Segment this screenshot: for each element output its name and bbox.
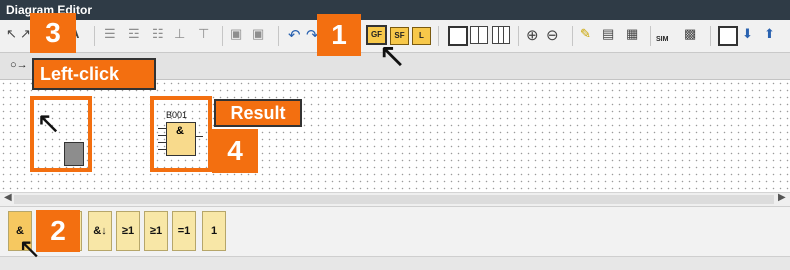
result-label: Result [214,99,302,127]
block-name: B001 [166,110,188,120]
status-bar [0,256,790,270]
and-block[interactable]: & [166,122,196,156]
align-center-icon[interactable]: ☲ [128,26,140,46]
toolbar-separator [278,26,279,46]
palette-or-button[interactable]: ≥1 [116,211,140,251]
transfer-down-icon[interactable]: ⬇ [742,26,753,46]
block-input-4 [158,149,166,150]
toolbar-separator [518,26,519,46]
transfer-up-icon[interactable]: ⬆ [764,26,775,46]
diagram-canvas[interactable]: ↖ B001 & Result 4 [0,80,790,192]
group-icon[interactable]: ▣ [230,26,242,46]
three-pane-button[interactable] [492,26,510,44]
scroll-thumb[interactable] [14,195,774,204]
zoom-out-icon[interactable]: ⊖ [546,26,559,46]
scroll-left-icon[interactable]: ◀ [4,192,12,203]
left-click-label: Left-click [32,58,156,90]
palette-and-edge-button[interactable]: &↓ [88,211,112,251]
toolbar-separator [222,26,223,46]
and-block-symbol: & [176,125,184,137]
pc-to-device-button[interactable] [718,26,738,46]
palette-nor-button[interactable]: ≥1 [144,211,168,251]
online-test-icon[interactable]: ▩ [684,26,696,46]
mouse-cursor-icon: ↖ [18,233,42,264]
toolbar-separator [438,26,439,46]
step-4-badge: 4 [212,129,258,173]
horizontal-scrollbar[interactable]: ◀ ▶ [0,192,790,207]
align-left-icon[interactable]: ☰ [104,26,116,46]
toolbar-separator [710,26,711,46]
pointer-tool-icon[interactable]: ↖ [6,26,17,46]
properties-icon[interactable]: ▤ [602,26,614,46]
title-bar: Diagram Editor [0,0,790,20]
l-view-button[interactable]: L [412,27,431,45]
placed-block-ghost [64,142,84,166]
function-palette: & &↓ ≥1 ≥1 =1 1 [0,206,790,257]
toolbar-separator [650,26,651,46]
single-pane-button[interactable] [448,26,468,46]
ungroup-icon[interactable]: ▣ [252,26,264,46]
palette-not-button[interactable]: 1 [202,211,226,251]
distribute-h-icon[interactable]: ⊥ [174,26,185,46]
palette-xor-button[interactable]: =1 [172,211,196,251]
align-top-icon[interactable]: ☷ [152,26,164,46]
mouse-cursor-icon: ↖ [378,37,407,75]
toolbar-separator [94,26,95,46]
zoom-in-icon[interactable]: ⊕ [526,26,539,46]
step-2-badge: 2 [36,210,80,252]
toolbar-separator [572,26,573,46]
diagram-tab-icon[interactable]: ○→ [10,59,28,71]
block-input-2 [158,135,166,136]
highlight-icon[interactable]: ✎ [580,26,591,46]
block-output [195,136,203,137]
block-input-3 [158,142,166,143]
distribute-v-icon[interactable]: ⊤ [198,26,209,46]
scroll-right-icon[interactable]: ▶ [778,192,786,203]
two-pane-button[interactable] [470,26,488,44]
simulation-button[interactable]: SIM [656,36,668,43]
undo-icon[interactable]: ↶ [288,26,301,46]
mouse-cursor-icon: ↖ [36,107,62,140]
block-list-icon[interactable]: ▦ [626,26,638,46]
block-input-1 [158,128,166,129]
step-1-badge: 1 [317,14,361,56]
step-3-badge: 3 [30,13,76,53]
